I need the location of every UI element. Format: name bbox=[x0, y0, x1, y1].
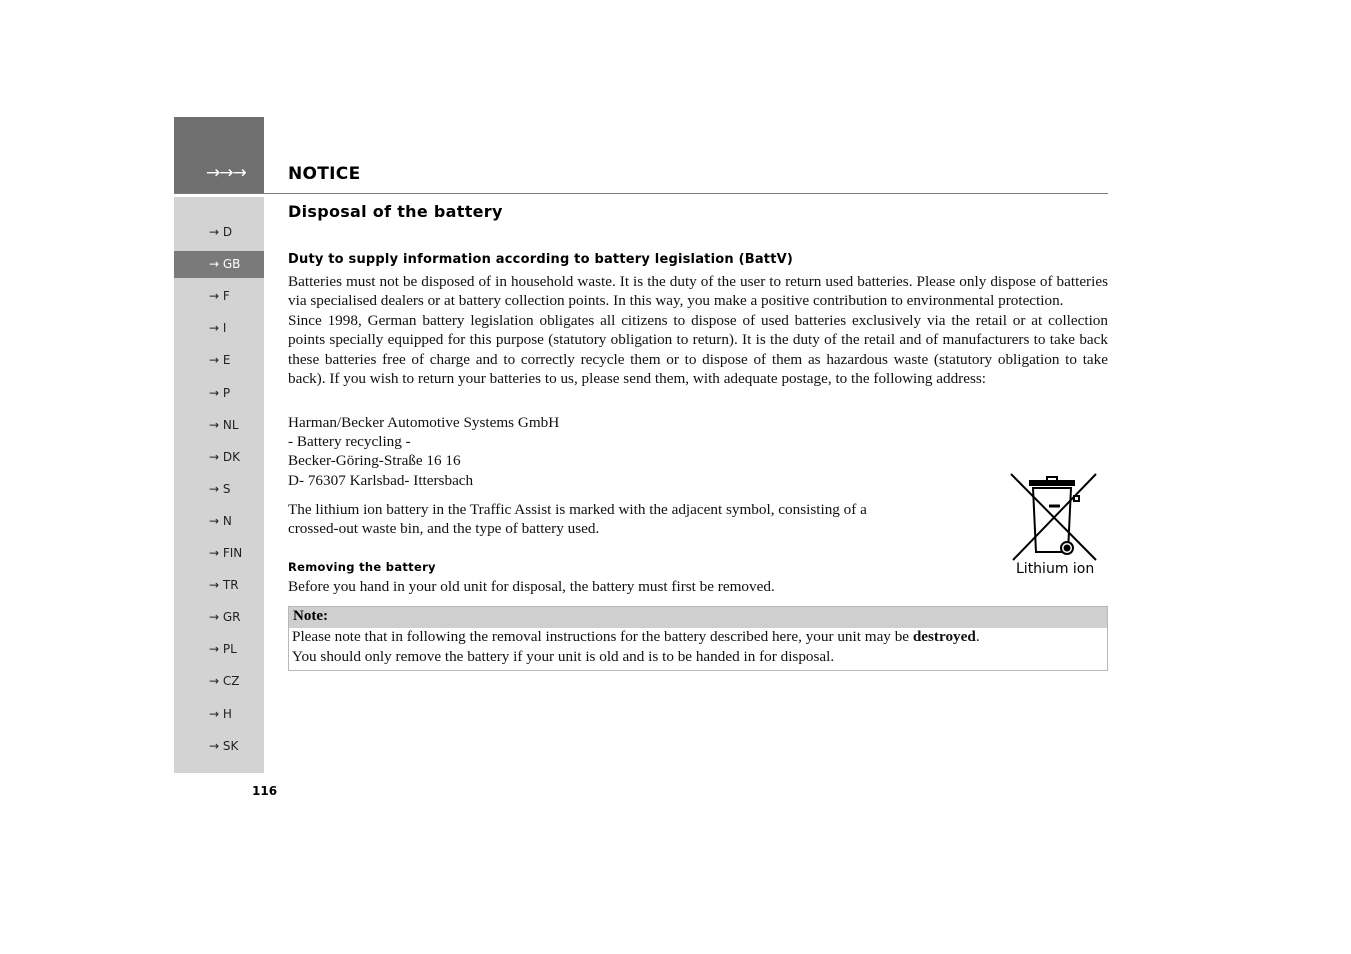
sidebar-item-label: → I bbox=[209, 321, 227, 336]
sidebar-item-e[interactable]: → E bbox=[174, 347, 264, 374]
sidebar-item-gr[interactable]: → GR bbox=[174, 604, 264, 631]
note-text: . bbox=[975, 628, 980, 645]
page-number: 116 bbox=[252, 784, 278, 798]
sidebar-item-nl[interactable]: → NL bbox=[174, 412, 264, 439]
sidebar-item-tr[interactable]: → TR bbox=[174, 572, 264, 599]
sidebar-item-label: → F bbox=[209, 289, 230, 304]
section-title: Disposal of the battery bbox=[288, 202, 503, 221]
figure-caption: Lithium ion bbox=[1016, 561, 1095, 577]
sidebar-item-label: → SK bbox=[209, 738, 239, 753]
sidebar-item-label: → E bbox=[209, 353, 231, 368]
paragraph-legislation: Since 1998, German battery legislation o… bbox=[288, 312, 1108, 388]
address-line: - Battery recycling - bbox=[288, 433, 411, 450]
sidebar-item-label: → P bbox=[209, 385, 231, 400]
paragraph-intro: Batteries must not be disposed of in hou… bbox=[288, 273, 1108, 310]
header-divider bbox=[174, 193, 1108, 194]
sidebar-item-i[interactable]: → I bbox=[174, 315, 264, 342]
triple-arrow-icon: →→→ bbox=[206, 163, 247, 183]
note-label: Note: bbox=[293, 608, 328, 624]
sidebar-item-label: → DK bbox=[209, 449, 240, 464]
sidebar-item-label: → GB bbox=[209, 257, 241, 272]
sidebar-item-h[interactable]: → H bbox=[174, 701, 264, 728]
sidebar-item-gb[interactable]: → GB bbox=[174, 251, 264, 279]
sidebar-item-s[interactable]: → S bbox=[174, 476, 264, 503]
note-line-2: You should only remove the battery if yo… bbox=[292, 648, 835, 665]
sidebar-item-label: → NL bbox=[209, 417, 239, 432]
sidebar-item-label: → FIN bbox=[209, 546, 243, 560]
sidebar-item-label: → PL bbox=[209, 642, 237, 657]
sidebar-item-dk[interactable]: → DK bbox=[174, 444, 264, 471]
sidebar-item-label: → GR bbox=[209, 610, 241, 625]
note-line-1: Please note that in following the remova… bbox=[292, 628, 980, 646]
language-sidebar: → D → GB → F → I → E → P → NL → DK → S → N → FIN → … bbox=[174, 197, 264, 773]
removing-battery-heading: Removing the battery bbox=[288, 560, 436, 574]
paragraph-symbol: The lithium ion battery in the Traffic A… bbox=[288, 501, 867, 538]
page-header-title: NOTICE bbox=[288, 164, 361, 184]
sidebar-item-label: → D bbox=[209, 225, 233, 239]
note-box: Note: Please note that in following the … bbox=[288, 606, 1108, 671]
sidebar-item-label: → S bbox=[209, 481, 231, 496]
sidebar-item-f[interactable]: → F bbox=[174, 283, 264, 310]
paragraph-removal: Before you hand in your old unit for dis… bbox=[288, 578, 775, 595]
sidebar-item-n[interactable]: → N bbox=[174, 508, 264, 535]
sidebar-item-pl[interactable]: → PL bbox=[174, 636, 264, 663]
sidebar-item-p[interactable]: → P bbox=[174, 380, 264, 407]
sidebar-item-sk[interactable]: → SK bbox=[174, 733, 264, 760]
sidebar-item-label: → H bbox=[209, 706, 232, 721]
address-line: D- 76307 Karlsbad- Ittersbach bbox=[288, 472, 474, 489]
sidebar-item-d[interactable]: → D bbox=[174, 219, 264, 246]
subheading: Duty to supply information according to … bbox=[288, 252, 794, 267]
sidebar-item-label: → TR bbox=[209, 578, 239, 593]
address-line: Harman/Becker Automotive Systems GmbH bbox=[288, 414, 560, 431]
note-emphasis: destroyed bbox=[912, 628, 976, 645]
sidebar-item-fin[interactable]: → FIN bbox=[174, 540, 264, 567]
note-text: Please note that in following the remova… bbox=[292, 628, 913, 645]
sidebar-item-label: → N bbox=[209, 513, 232, 528]
sidebar-item-cz[interactable]: → CZ bbox=[174, 668, 264, 695]
note-header: Note: bbox=[289, 607, 1107, 628]
address-line: Becker-Göring-Straße 16 16 bbox=[288, 452, 461, 469]
sidebar-item-label: → CZ bbox=[209, 674, 240, 689]
